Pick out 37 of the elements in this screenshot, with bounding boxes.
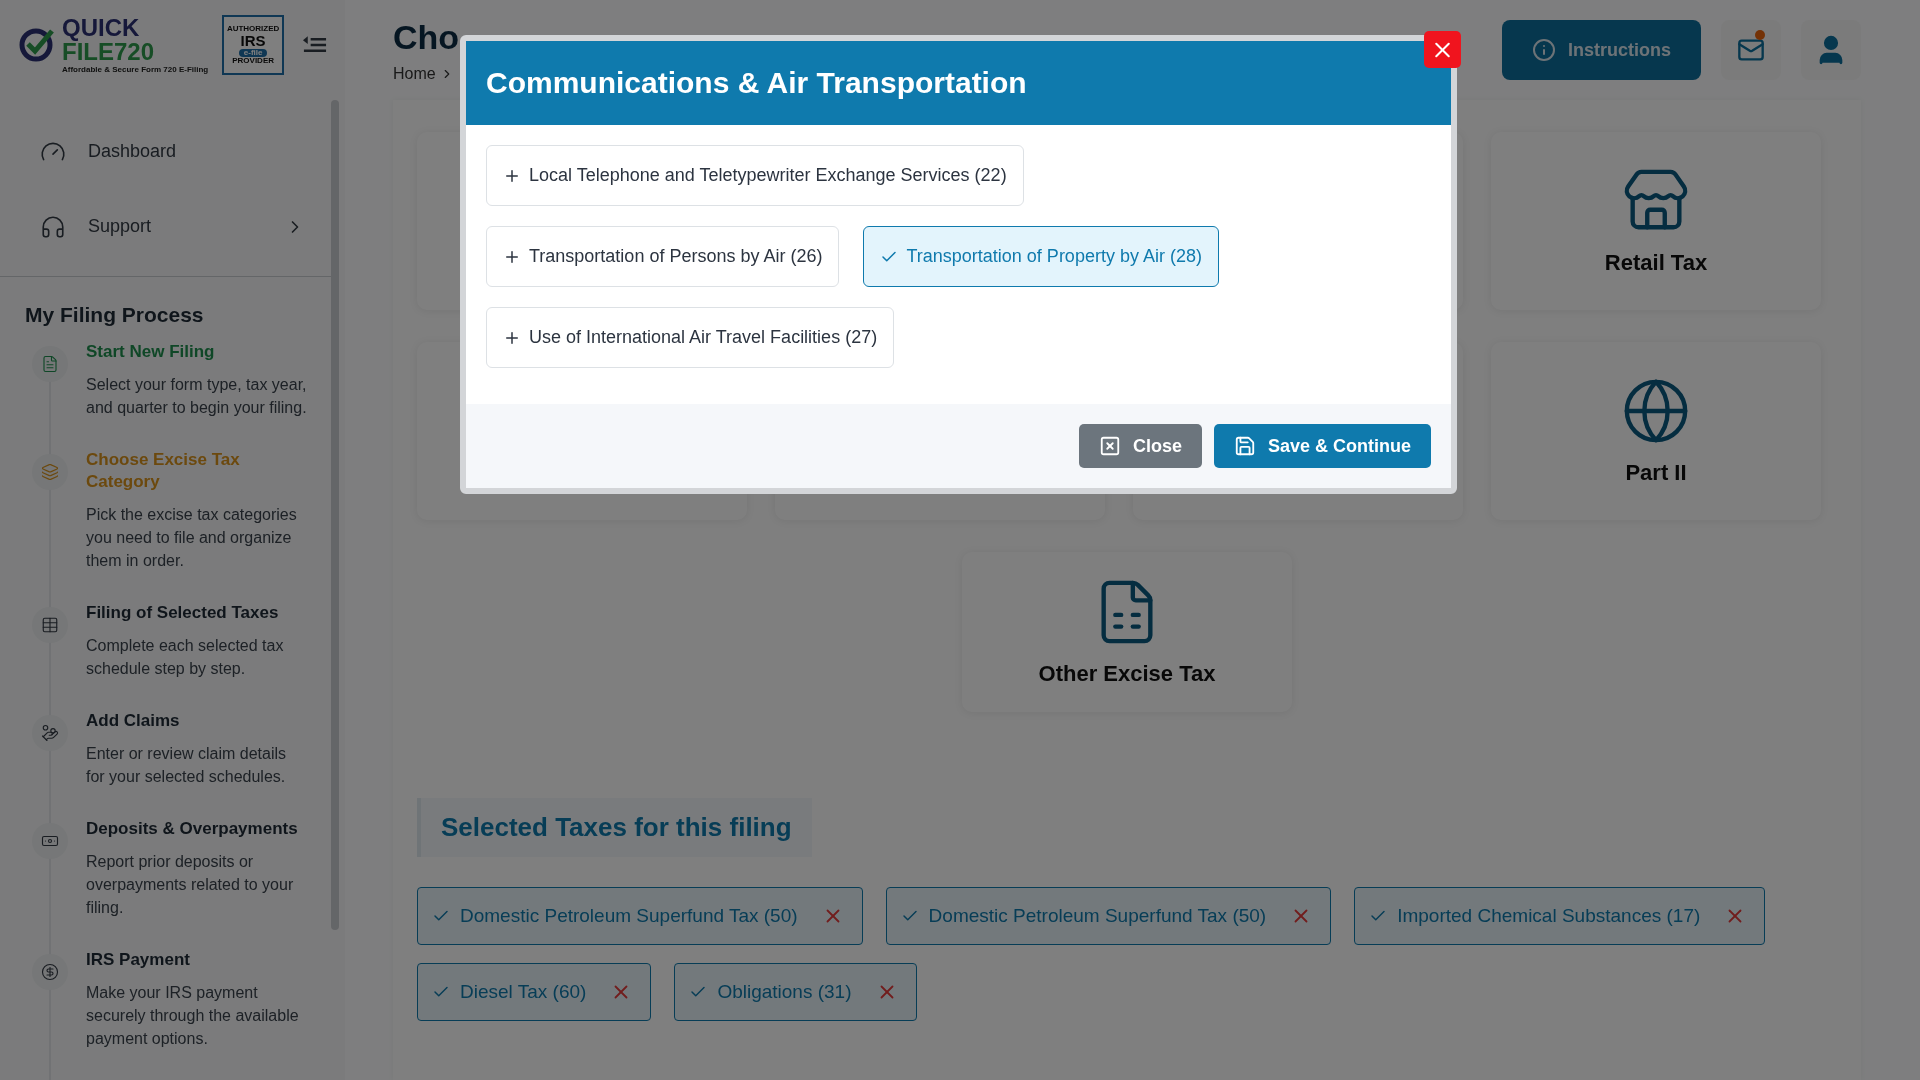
provider-badge: AUTHORIZED IRS e-file PROVIDER xyxy=(222,15,284,76)
tax-option[interactable]: Local Telephone and Teletypewriter Exchange Services (22) xyxy=(486,145,1024,206)
close-button[interactable]: Close xyxy=(1078,424,1202,468)
category-card[interactable]: Retail Tax xyxy=(1491,132,1821,310)
nav-item[interactable]: Dashboard xyxy=(0,114,345,190)
instructions-button[interactable]: Instructions xyxy=(1502,20,1701,80)
selected-tax-chip: Diesel Tax (60) xyxy=(417,963,652,1021)
selected-tax-chip: Domestic Petroleum Superfund Tax (50) xyxy=(417,887,863,945)
step-description: Make your IRS payment securely through the available payment options. xyxy=(86,983,300,1049)
step-title[interactable]: Filing of Selected Taxes xyxy=(86,602,308,624)
section-heading: Selected Taxes for this filing xyxy=(417,798,812,857)
step-description: Complete each selected tax schedule step by step. xyxy=(86,636,285,679)
logo-text: QUICK xyxy=(62,16,141,41)
page-title: Cho xyxy=(393,17,460,57)
step-description: Enter or review claim details for your selected schedules. xyxy=(86,744,288,787)
category-card[interactable]: Other Excise Tax xyxy=(962,552,1292,712)
step-title[interactable]: Deposits & Overpayments xyxy=(86,818,308,840)
selected-tax-chip: Imported Chemical Substances (17) xyxy=(1354,887,1766,945)
selected-tax-chip: Domestic Petroleum Superfund Tax (50) xyxy=(885,887,1332,945)
tax-option[interactable]: Transportation of Property by Air (28) xyxy=(863,226,1219,287)
tax-option[interactable]: Use of International Air Travel Facilities (27) xyxy=(486,307,895,368)
category-card[interactable]: Part II xyxy=(1491,342,1821,520)
step-description: Pick the excise tax categories you need to file and organize them in order. xyxy=(86,505,298,571)
section-title: My Filing Process xyxy=(24,302,205,328)
step-title[interactable]: Start New Filing xyxy=(86,341,308,363)
tax-option[interactable]: Transportation of Persons by Air (26) xyxy=(486,226,840,287)
step-title[interactable]: Add Claims xyxy=(86,710,308,732)
breadcrumb-link[interactable]: Home xyxy=(393,64,436,83)
save-button[interactable]: Save & Continue xyxy=(1213,424,1431,468)
step-title[interactable]: IRS Payment xyxy=(86,949,308,971)
logo-text: FILE720 xyxy=(62,40,156,65)
step-description: Report prior deposits or overpayments related to your filing. xyxy=(86,852,295,918)
selected-tax-chip: Obligations (31) xyxy=(674,963,917,1021)
dialog-title: Communications & Air Transportation xyxy=(486,66,1027,100)
step-description: Select your form type, tax year, and quarter to begin your filing. xyxy=(86,375,308,418)
nav-item[interactable]: Support xyxy=(0,189,345,265)
logo-tagline: Affordable & Secure Form 720 E-Filing xyxy=(62,66,209,75)
